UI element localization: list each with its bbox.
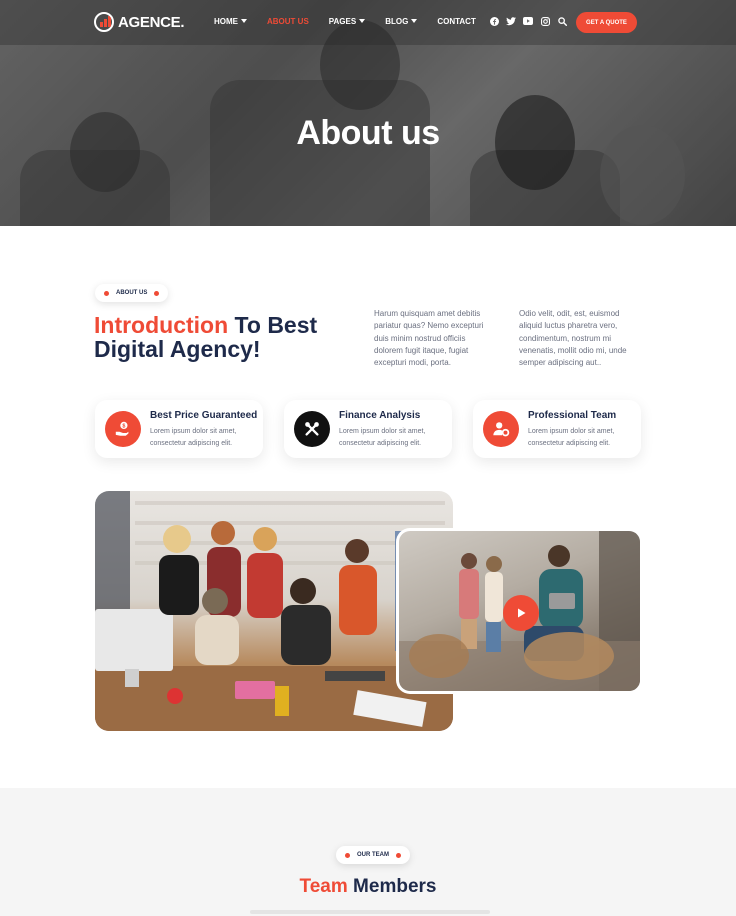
feature-title: Professional Team	[528, 410, 617, 421]
team-heading: Team Members	[0, 876, 736, 898]
caret-down-icon	[359, 19, 366, 23]
badge-dot	[104, 290, 109, 296]
youtube-icon[interactable]	[523, 16, 533, 26]
nav-blog[interactable]: BLOG	[385, 17, 418, 26]
top-navbar: AGENCE. HOME ABOUT US PAGES BLOG CONTACT	[0, 0, 736, 45]
svg-text:$: $	[122, 424, 125, 430]
about-heading: Introduction To Best Digital Agency!	[94, 313, 354, 361]
page-title: About us	[296, 114, 440, 152]
team-heading-accent: Team	[299, 876, 348, 897]
nav-about-us[interactable]: ABOUT US	[267, 17, 309, 26]
team-subtitle-fragment	[250, 910, 490, 914]
play-icon	[518, 608, 526, 618]
about-paragraph-1: Harum quisquam amet debitis pariatur qua…	[374, 309, 484, 368]
feature-card-best-price: $ Best Price Guaranteed Lorem ipsum dolo…	[95, 400, 263, 458]
caret-down-icon	[411, 19, 418, 23]
video-thumbnail-frame	[396, 528, 643, 694]
team-heading-rest: Members	[347, 876, 437, 897]
get-a-quote-button[interactable]: GET A QUOTE	[576, 12, 637, 33]
feature-desc: Lorem ipsum dolor sit amet, consectetur …	[528, 428, 615, 447]
badge-label: OUR TEAM	[357, 852, 389, 858]
nav-contact[interactable]: CONTACT	[437, 17, 476, 26]
logo-text: AGENCE.	[118, 13, 185, 31]
money-hand-icon: $	[105, 411, 141, 447]
nav-pages[interactable]: PAGES	[329, 17, 366, 26]
about-paragraph-2: Odio velit, odit, est, euismod aliquid l…	[519, 309, 627, 368]
twitter-icon[interactable]	[506, 16, 516, 26]
user-gear-icon	[483, 411, 519, 447]
tools-icon	[294, 411, 330, 447]
facebook-icon[interactable]	[489, 16, 499, 26]
logo-icon	[94, 12, 114, 32]
about-us-badge: ABOUT US	[95, 284, 169, 302]
instagram-icon[interactable]	[540, 16, 550, 26]
main-nav: HOME ABOUT US PAGES BLOG CONTACT	[214, 17, 496, 26]
nav-home[interactable]: HOME	[214, 17, 247, 26]
hero-banner: AGENCE. HOME ABOUT US PAGES BLOG CONTACT	[0, 0, 736, 226]
video-thumbnail[interactable]	[399, 531, 640, 691]
badge-label: ABOUT US	[116, 290, 148, 296]
feature-desc: Lorem ipsum dolor sit amet, consectetur …	[150, 428, 237, 447]
social-links	[489, 16, 567, 26]
logo[interactable]: AGENCE.	[94, 12, 185, 32]
feature-title: Finance Analysis	[339, 410, 421, 421]
feature-card-professional-team: Professional Team Lorem ipsum dolor sit …	[473, 400, 641, 458]
badge-dot	[396, 852, 401, 858]
caret-down-icon	[241, 19, 247, 23]
feature-desc: Lorem ipsum dolor sit amet, consectetur …	[339, 428, 426, 447]
feature-title: Best Price Guaranteed	[150, 410, 258, 421]
feature-card-finance-analysis: Finance Analysis Lorem ipsum dolor sit a…	[284, 400, 452, 458]
search-icon[interactable]	[557, 16, 567, 26]
our-team-badge: OUR TEAM	[336, 846, 410, 864]
badge-dot	[154, 290, 160, 296]
play-button[interactable]	[503, 595, 539, 631]
heading-accent: Introduction	[94, 312, 229, 338]
badge-dot	[345, 852, 350, 858]
